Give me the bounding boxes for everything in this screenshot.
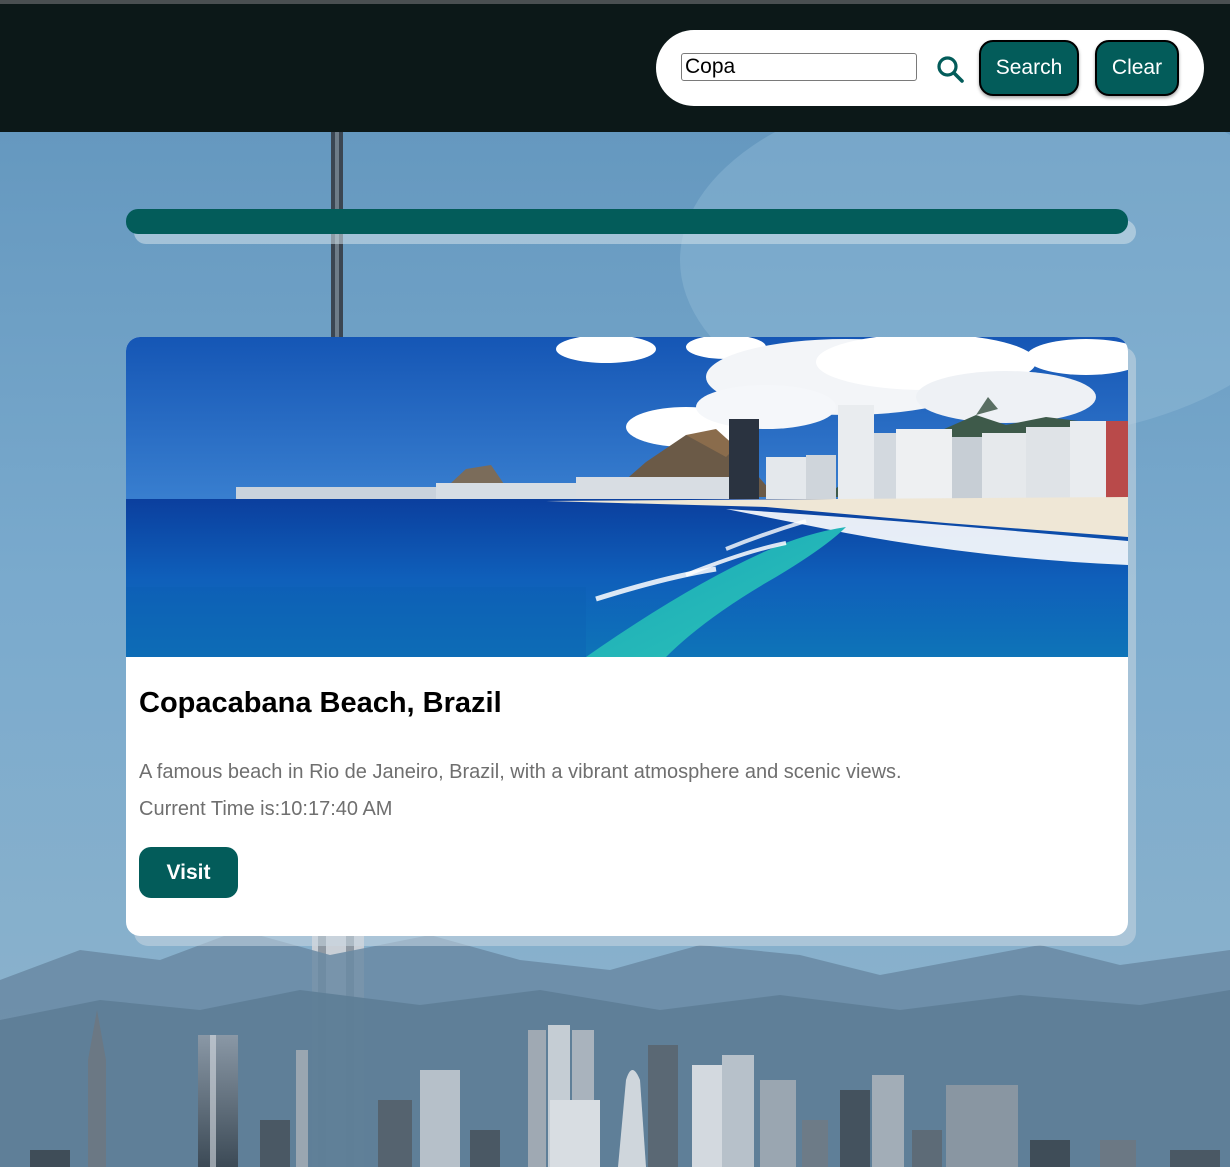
search-input[interactable] [681,53,917,81]
destination-image [126,337,1128,657]
header-bar [126,209,1128,234]
search-button[interactable]: Search [979,40,1079,96]
destination-card: Copacabana Beach, Brazil A famous beach … [126,337,1128,936]
card-title: Copacabana Beach, Brazil [139,687,502,719]
page: Search Clear [0,0,1230,1167]
search-icon[interactable] [935,54,965,84]
visit-button[interactable]: Visit [139,847,238,898]
clear-button[interactable]: Clear [1095,40,1179,96]
current-time: Current Time is:10:17:40 AM [139,798,393,820]
card-description: A famous beach in Rio de Janeiro, Brazil… [139,761,902,783]
